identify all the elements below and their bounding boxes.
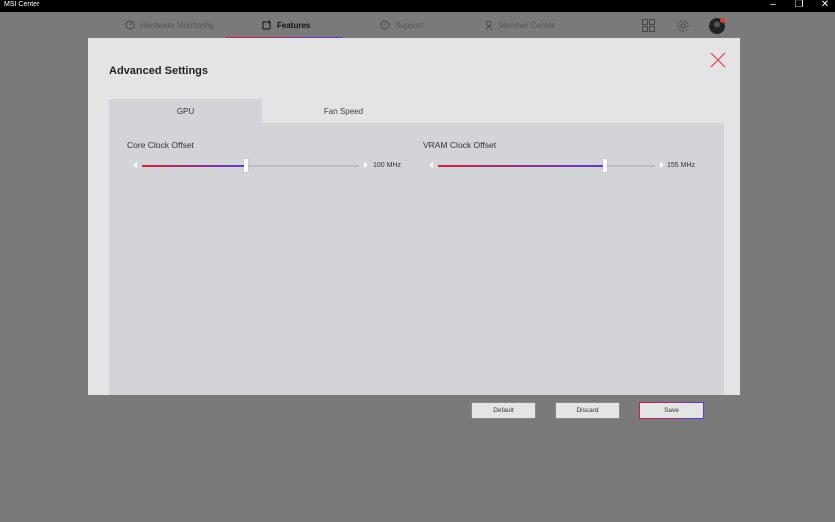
advanced-settings-dialog: Advanced Settings GPU Fan Speed Core Clo… (88, 38, 740, 419)
grid-icon[interactable] (642, 19, 655, 32)
increase-icon[interactable] (364, 162, 368, 168)
increase-icon[interactable] (660, 162, 664, 168)
default-button[interactable]: Default (471, 402, 536, 419)
title-bar: MSI Center – ❐ ✕ (0, 0, 835, 12)
support-icon (380, 20, 390, 30)
tab-label: Features (277, 20, 311, 30)
slider-thumb[interactable] (244, 159, 248, 172)
core-clock-label: Core Clock Offset (127, 140, 194, 150)
slider-thumb[interactable] (603, 159, 607, 172)
decrease-icon[interactable] (429, 162, 433, 168)
features-icon (262, 20, 271, 30)
tab-fan-speed[interactable]: Fan Speed (267, 99, 420, 123)
tab-hardware-monitoring[interactable]: Hardware Monitoring (125, 12, 214, 38)
avatar[interactable] (709, 18, 725, 34)
minimize-button[interactable]: – (766, 0, 780, 11)
decrease-icon[interactable] (133, 162, 137, 168)
gpu-settings-panel: Core Clock Offset 100 MHz VRAM Clock Off… (109, 123, 724, 419)
save-button[interactable]: Save (639, 402, 704, 419)
tab-label: Member Center (499, 20, 555, 30)
app-title: MSI Center (4, 1, 40, 8)
tab-gpu[interactable]: GPU (109, 99, 262, 123)
vram-clock-slider[interactable] (429, 159, 664, 172)
slider-fill (438, 165, 605, 167)
core-clock-value: 100 MHz (373, 162, 402, 169)
tab-label: Hardware Monitoring (140, 20, 215, 30)
user-icon (485, 20, 493, 30)
tab-support[interactable]: Support (380, 12, 423, 38)
core-clock-slider[interactable] (133, 159, 368, 172)
vram-clock-label: VRAM Clock Offset (423, 140, 497, 150)
close-icon[interactable] (710, 52, 726, 68)
tab-label: Support (395, 20, 424, 30)
settings-icon[interactable] (676, 19, 690, 33)
tab-member-center[interactable]: Member Center (484, 12, 555, 38)
discard-button[interactable]: Discard (555, 402, 620, 419)
vram-clock-value: 155 MHz (667, 162, 696, 169)
app-navigation: Hardware Monitoring Features Support Mem… (0, 12, 835, 38)
dialog-tabs: GPU Fan Speed (109, 99, 724, 123)
dialog-title: Advanced Settings (109, 65, 209, 77)
restore-button[interactable]: ❐ (792, 0, 806, 11)
tab-features[interactable]: Features (226, 12, 343, 38)
slider-fill (142, 165, 246, 167)
close-window-button[interactable]: ✕ (818, 0, 832, 11)
gauge-icon (125, 20, 135, 30)
